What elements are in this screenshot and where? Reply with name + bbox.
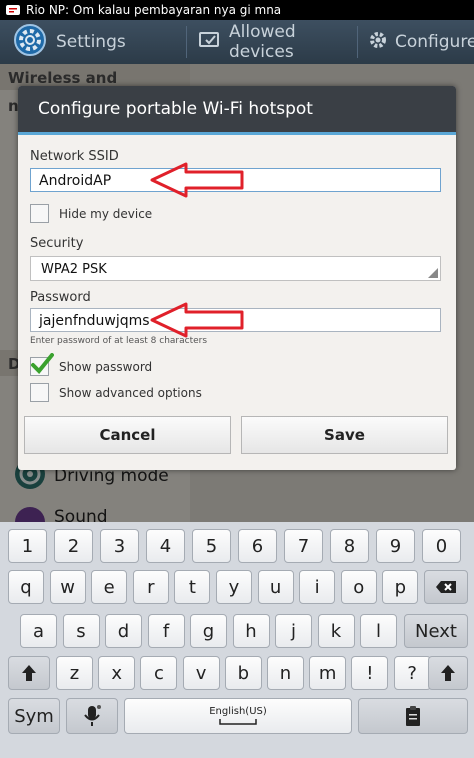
space-key[interactable]: English(US) bbox=[124, 698, 352, 734]
save-button[interactable]: Save bbox=[241, 416, 448, 454]
backspace-key[interactable] bbox=[424, 570, 468, 604]
key-t[interactable]: t bbox=[174, 570, 211, 604]
show-password-checkbox[interactable] bbox=[30, 353, 54, 376]
soft-keyboard: 1234567890 qwertyuiop asdfghjkl z x c v b n m!… bbox=[0, 522, 474, 758]
settings-home-button[interactable]: Settings bbox=[0, 20, 186, 64]
show-password-label: Show password bbox=[59, 359, 153, 374]
configure-button[interactable]: Configure bbox=[358, 20, 474, 64]
backspace-icon bbox=[436, 581, 456, 593]
security-value: WPA2 PSK bbox=[41, 262, 107, 277]
key-g[interactable]: g bbox=[190, 614, 227, 648]
key-x[interactable]: x bbox=[98, 656, 136, 690]
key-p[interactable]: p bbox=[382, 570, 419, 604]
security-select[interactable]: WPA2 PSK bbox=[30, 256, 441, 281]
allowed-devices-label: Allowed devices bbox=[229, 22, 296, 62]
key-w[interactable]: w bbox=[49, 570, 86, 604]
key-m[interactable]: m bbox=[309, 656, 347, 690]
key-3[interactable]: 3 bbox=[100, 529, 139, 563]
key-n[interactable]: n bbox=[267, 656, 304, 690]
key-?[interactable]: ? bbox=[393, 656, 431, 690]
key-7[interactable]: 7 bbox=[284, 529, 323, 563]
shift-key[interactable] bbox=[8, 656, 50, 690]
key-b[interactable]: b bbox=[224, 656, 262, 690]
password-label: Password bbox=[30, 290, 91, 305]
notification-text[interactable]: Rio NP: Om kalau pembayaran nya gi mna bbox=[26, 0, 281, 20]
hide-device-label: Hide my device bbox=[59, 206, 153, 221]
clipboard-key[interactable] bbox=[358, 698, 468, 734]
space-bar-icon bbox=[219, 719, 257, 725]
settings-gear-icon bbox=[12, 22, 48, 63]
key-a[interactable]: a bbox=[20, 614, 57, 648]
settings-title: Settings bbox=[56, 32, 126, 52]
clipboard-icon bbox=[406, 706, 420, 726]
advanced-options-checkbox[interactable] bbox=[30, 383, 49, 402]
gear-icon bbox=[368, 30, 388, 55]
key-9[interactable]: 9 bbox=[376, 529, 415, 563]
cancel-button[interactable]: Cancel bbox=[24, 416, 231, 454]
microphone-icon bbox=[84, 705, 101, 726]
shift-arrow-icon bbox=[441, 665, 455, 681]
key-1[interactable]: 1 bbox=[8, 529, 47, 563]
advanced-options-row[interactable]: Show advanced options bbox=[30, 383, 202, 402]
advanced-options-label: Show advanced options bbox=[59, 385, 202, 400]
action-bar: Settings Allowed devices Configure bbox=[0, 20, 474, 64]
security-label: Security bbox=[30, 236, 84, 251]
key-h[interactable]: h bbox=[232, 614, 270, 648]
key-u[interactable]: u bbox=[257, 570, 294, 604]
allowed-devices-button[interactable]: Allowed devices bbox=[187, 20, 357, 64]
key-i[interactable]: i bbox=[299, 570, 336, 604]
key-j[interactable]: j bbox=[275, 614, 312, 648]
shift-key-right[interactable] bbox=[428, 656, 468, 690]
key-2[interactable]: 2 bbox=[54, 529, 93, 563]
checkmark-icon bbox=[31, 353, 54, 374]
hide-device-checkbox[interactable] bbox=[30, 204, 49, 223]
dialog-title-divider bbox=[18, 132, 456, 135]
key-q[interactable]: q bbox=[8, 570, 44, 604]
sym-key[interactable]: Sym bbox=[8, 698, 60, 734]
show-password-row[interactable]: Show password bbox=[30, 353, 153, 376]
shift-arrow-icon bbox=[22, 665, 36, 681]
key-![interactable]: ! bbox=[351, 656, 389, 690]
language-label: English(US) bbox=[209, 706, 267, 717]
key-y[interactable]: y bbox=[216, 570, 252, 604]
configure-label: Configure bbox=[395, 32, 474, 52]
key-z[interactable]: z bbox=[56, 656, 93, 690]
annotation-arrow-ssid bbox=[150, 162, 244, 198]
hotspot-config-dialog: Configure portable Wi-Fi hotspot Network… bbox=[18, 86, 456, 470]
voice-input-key[interactable] bbox=[66, 698, 118, 734]
key-8[interactable]: 8 bbox=[330, 529, 369, 563]
ssid-label: Network SSID bbox=[30, 149, 119, 164]
key-5[interactable]: 5 bbox=[192, 529, 231, 563]
hide-device-row[interactable]: Hide my device bbox=[30, 204, 152, 223]
message-notification-icon bbox=[6, 4, 20, 16]
key-0[interactable]: 0 bbox=[422, 529, 461, 563]
key-v[interactable]: v bbox=[182, 656, 220, 690]
key-c[interactable]: c bbox=[140, 656, 178, 690]
devices-icon bbox=[199, 31, 221, 54]
key-r[interactable]: r bbox=[132, 570, 169, 604]
key-e[interactable]: e bbox=[91, 570, 128, 604]
key-6[interactable]: 6 bbox=[238, 529, 277, 563]
key-d[interactable]: d bbox=[105, 614, 142, 648]
key-o[interactable]: o bbox=[340, 570, 377, 604]
dialog-title: Configure portable Wi-Fi hotspot bbox=[18, 86, 456, 132]
dropdown-arrow-icon bbox=[428, 268, 438, 278]
status-bar: Rio NP: Om kalau pembayaran nya gi mna bbox=[0, 0, 474, 20]
key-f[interactable]: f bbox=[147, 614, 185, 648]
key-l[interactable]: l bbox=[360, 614, 397, 648]
next-key[interactable]: Next bbox=[404, 614, 468, 648]
key-s[interactable]: s bbox=[62, 614, 100, 648]
key-k[interactable]: k bbox=[317, 614, 355, 648]
key-4[interactable]: 4 bbox=[146, 529, 185, 563]
annotation-arrow-password bbox=[150, 302, 244, 338]
